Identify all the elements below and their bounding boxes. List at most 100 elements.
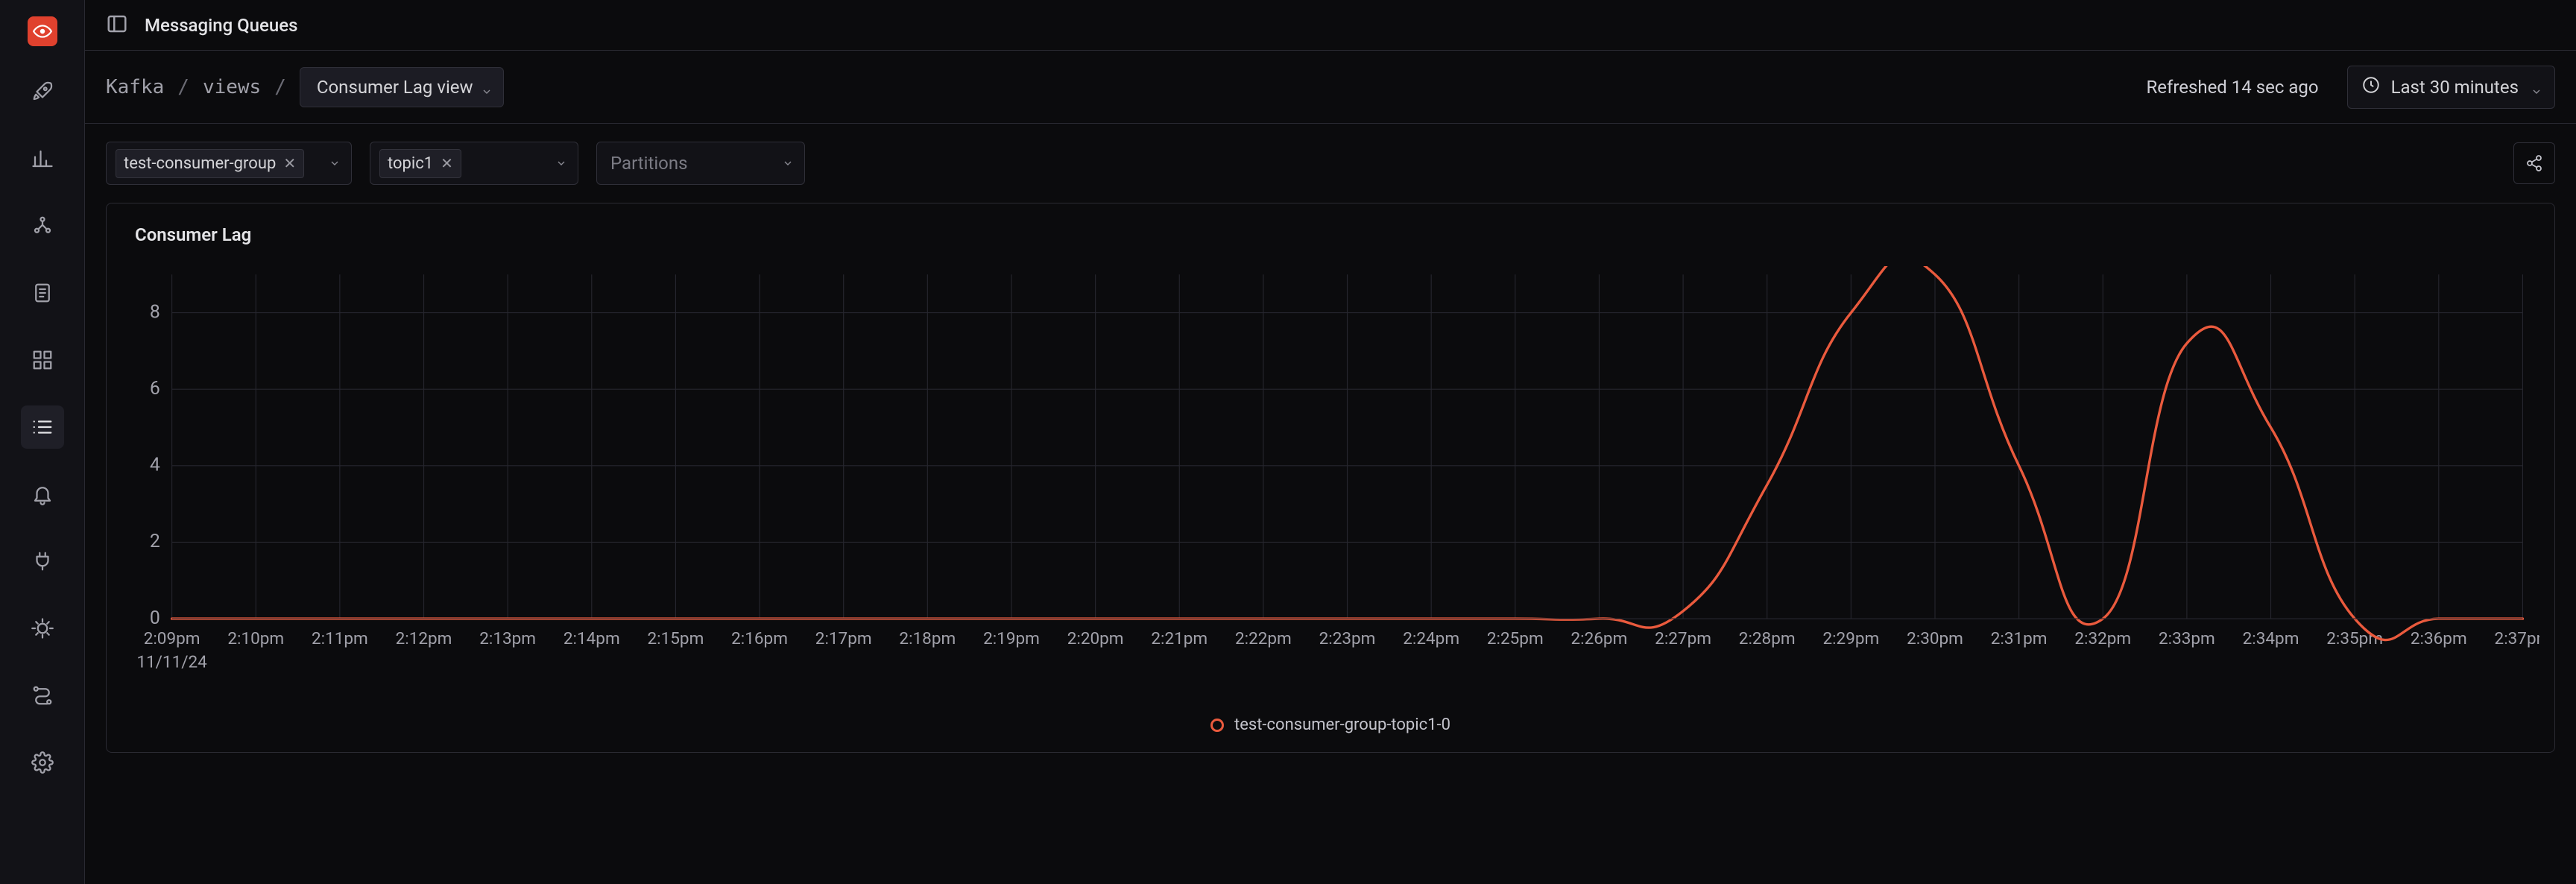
plug-icon [31, 550, 54, 572]
svg-text:2:11pm: 2:11pm [312, 629, 368, 648]
gear-icon [31, 751, 54, 774]
svg-text:2:27pm: 2:27pm [1655, 629, 1711, 648]
chevron-down-icon [2531, 81, 2542, 93]
svg-text:2:18pm: 2:18pm [899, 629, 956, 648]
sidebar-item-dashboards[interactable] [21, 338, 64, 382]
partition-placeholder: Partitions [606, 153, 688, 174]
svg-text:8: 8 [150, 301, 160, 323]
svg-text:2:22pm: 2:22pm [1235, 629, 1292, 648]
svg-text:2:36pm: 2:36pm [2411, 629, 2467, 648]
chevron-down-icon [329, 157, 341, 169]
svg-text:2:21pm: 2:21pm [1151, 629, 1208, 648]
svg-text:2:15pm: 2:15pm [648, 629, 704, 648]
sidebar-item-logs[interactable] [21, 271, 64, 315]
chart-panel: Consumer Lag 0 2 4 6 8 2:09pm 2:10pm 2:11pm 2:12… [106, 203, 2555, 753]
sidebar-item-metrics[interactable] [21, 137, 64, 180]
filter-tag: topic1 ✕ [379, 149, 461, 178]
svg-text:2:25pm: 2:25pm [1487, 629, 1544, 648]
svg-text:2:12pm: 2:12pm [396, 629, 452, 648]
chevron-down-icon [481, 81, 493, 93]
svg-text:2:23pm: 2:23pm [1319, 629, 1376, 648]
subheader: Kafka / views / Consumer Lag view Refres… [85, 51, 2576, 124]
sidebar-item-settings[interactable] [21, 741, 64, 784]
breadcrumb-part[interactable]: Kafka [106, 76, 164, 98]
chart-area: 024682:09pm2:10pm2:11pm2:12pm2:13pm2:14p… [121, 266, 2539, 686]
timerange-selector[interactable]: Last 30 minutes [2347, 66, 2555, 109]
sidebar-item-service-map[interactable] [21, 674, 64, 717]
svg-text:0: 0 [150, 607, 160, 629]
breadcrumb-sep: / [274, 76, 286, 98]
product-logo[interactable] [28, 16, 57, 46]
svg-text:2:16pm: 2:16pm [731, 629, 788, 648]
svg-text:2:19pm: 2:19pm [983, 629, 1040, 648]
remove-tag-icon[interactable]: ✕ [441, 154, 453, 172]
svg-text:4: 4 [150, 455, 160, 476]
svg-text:2:32pm: 2:32pm [2074, 629, 2131, 648]
line-chart: 024682:09pm2:10pm2:11pm2:12pm2:13pm2:14p… [121, 266, 2539, 686]
refresh-status: Refreshed 14 sec ago [2146, 77, 2318, 98]
svg-text:11/11/24: 11/11/24 [136, 652, 207, 672]
svg-text:2:10pm: 2:10pm [227, 629, 284, 648]
share-icon [2525, 154, 2543, 172]
consumer-group-filter[interactable]: test-consumer-group ✕ [106, 142, 352, 185]
svg-text:2:35pm: 2:35pm [2326, 629, 2383, 648]
svg-text:2: 2 [150, 531, 160, 552]
scroll-icon [31, 282, 54, 304]
legend-label: test-consumer-group-topic1-0 [1234, 716, 1450, 734]
rocket-icon [31, 80, 54, 103]
sidebar-item-traces[interactable] [21, 204, 64, 247]
eye-icon [33, 22, 52, 41]
legend-swatch-icon [1210, 719, 1224, 732]
filter-row: test-consumer-group ✕ topic1 ✕ Partition… [85, 124, 2576, 203]
bell-icon [31, 483, 54, 505]
panel-left-icon [106, 13, 128, 35]
topic-filter[interactable]: topic1 ✕ [370, 142, 578, 185]
sidebar-item-messaging-queues[interactable] [21, 405, 64, 449]
svg-text:2:24pm: 2:24pm [1403, 629, 1459, 648]
view-selector[interactable]: Consumer Lag view [300, 67, 504, 107]
svg-text:2:31pm: 2:31pm [1991, 629, 2048, 648]
page-title: Messaging Queues [145, 15, 297, 36]
svg-text:2:34pm: 2:34pm [2243, 629, 2299, 648]
bar-chart-icon [31, 148, 54, 170]
remove-tag-icon[interactable]: ✕ [283, 154, 296, 172]
sidebar-item-get-started[interactable] [21, 70, 64, 113]
topbar: Messaging Queues [85, 0, 2576, 51]
sidebar-item-integrations[interactable] [21, 540, 64, 583]
svg-text:2:09pm: 2:09pm [144, 629, 201, 648]
svg-text:2:17pm: 2:17pm [815, 629, 872, 648]
route-icon [31, 684, 54, 707]
menu-toggle[interactable] [106, 13, 128, 38]
svg-text:2:28pm: 2:28pm [1739, 629, 1796, 648]
clock-icon [2361, 75, 2381, 99]
list-icon [31, 416, 54, 438]
svg-text:2:20pm: 2:20pm [1067, 629, 1124, 648]
svg-text:2:30pm: 2:30pm [1907, 629, 1963, 648]
traces-icon [31, 215, 54, 237]
filter-tag-label: test-consumer-group [124, 154, 276, 173]
filter-tag-label: topic1 [388, 154, 433, 173]
chart-legend: test-consumer-group-topic1-0 [121, 716, 2539, 734]
svg-text:2:37pm: 2:37pm [2495, 629, 2539, 648]
svg-text:2:26pm: 2:26pm [1571, 629, 1628, 648]
share-button[interactable] [2513, 142, 2555, 184]
chart-title: Consumer Lag [135, 224, 2539, 245]
sidebar [0, 0, 85, 884]
svg-text:2:33pm: 2:33pm [2159, 629, 2215, 648]
svg-text:2:29pm: 2:29pm [1822, 629, 1879, 648]
chevron-down-icon [555, 157, 567, 169]
grid-icon [31, 349, 54, 371]
partition-filter[interactable]: Partitions [596, 142, 805, 185]
breadcrumb: Kafka / views / [106, 76, 286, 98]
chevron-down-icon [782, 157, 794, 169]
svg-text:6: 6 [150, 378, 160, 400]
bug-icon [31, 617, 54, 640]
timerange-label: Last 30 minutes [2391, 77, 2519, 98]
sidebar-item-exceptions[interactable] [21, 607, 64, 650]
view-selector-label: Consumer Lag view [317, 77, 473, 98]
filter-tag: test-consumer-group ✕ [116, 149, 304, 178]
breadcrumb-sep: / [177, 76, 189, 98]
svg-text:2:13pm: 2:13pm [479, 629, 536, 648]
sidebar-item-alerts[interactable] [21, 473, 64, 516]
breadcrumb-part[interactable]: views [203, 76, 261, 98]
